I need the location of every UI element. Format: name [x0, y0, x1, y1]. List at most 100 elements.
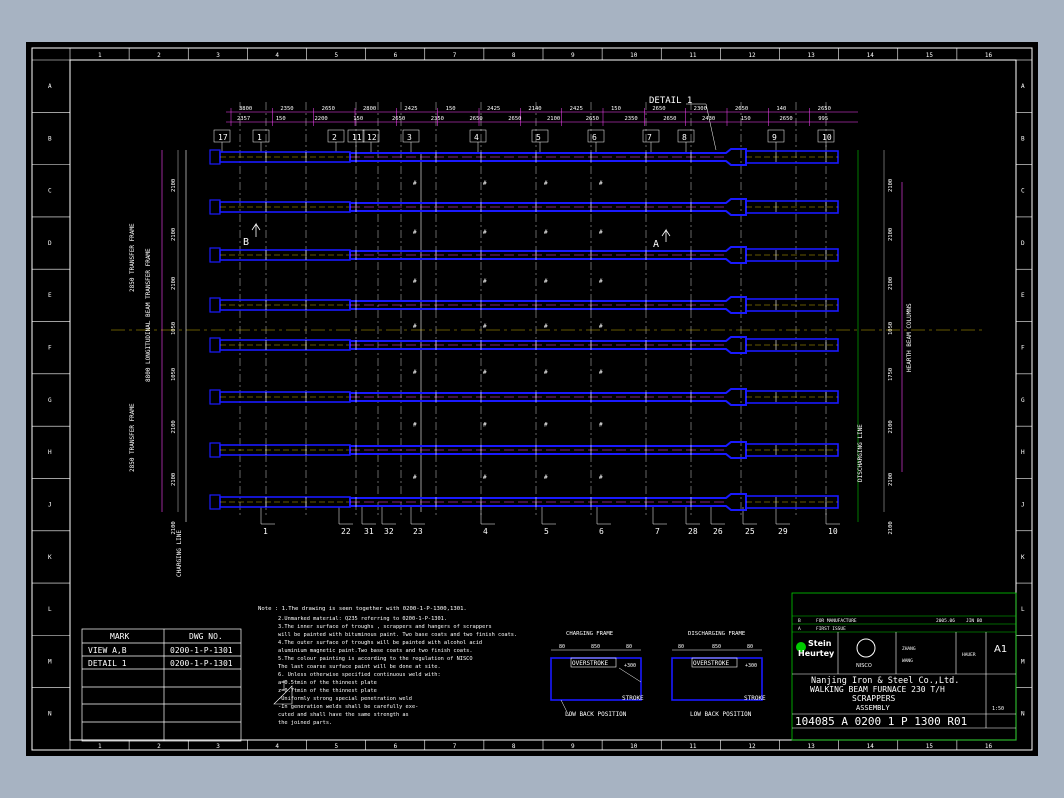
border-letter-left: N [48, 711, 52, 718]
end-plate [209, 389, 221, 405]
spacer-mark: # [483, 422, 487, 429]
part-number-top: 3 [407, 133, 412, 142]
rev-b-by: JIN BO [966, 618, 983, 624]
dim-text-right: 2100 [888, 521, 894, 534]
border-letter-left: A [48, 83, 52, 90]
spacer-mark: # [544, 369, 548, 376]
end-plate [209, 199, 221, 215]
dim-text-top: 2425 [404, 106, 417, 112]
spacer-mark: # [483, 180, 487, 187]
border-number-bottom: 6 [394, 743, 398, 750]
beam-row: # # # # [209, 388, 839, 429]
part-number-top: 11 [352, 133, 362, 142]
spacer-mark: # [544, 229, 548, 236]
end-plate [209, 149, 221, 165]
dim-text-left: 2100 [171, 277, 177, 290]
sheet-size: A1 [994, 644, 1007, 655]
part-number-bottom: 31 [364, 527, 374, 536]
border-letter-right: C [1021, 188, 1025, 195]
spacer-mark: # [599, 422, 603, 429]
nisco-logo: NISCO [856, 638, 876, 669]
border-letter-right: F [1021, 345, 1025, 352]
section-mark-b: B [243, 237, 249, 248]
border-number-top: 10 [630, 52, 638, 59]
dim-text-top-2: 2350 [431, 116, 444, 122]
border-letter-right: B [1021, 135, 1025, 142]
charging-dim-1: 80 [559, 644, 565, 650]
dim-text-top: 150 [611, 106, 621, 112]
project-name: WALKING BEAM FURNACE 230 T/H [810, 685, 945, 694]
part-number-bottom: 6 [599, 527, 604, 536]
border-number-top: 3 [216, 52, 220, 59]
drawing-scale: 1:50 [992, 706, 1004, 712]
label-transfer-frame-top: 2850 TRANSFER FRAME [129, 223, 136, 292]
border-number-top: 14 [867, 52, 875, 59]
dim-text-top-2: 2650 [508, 116, 521, 122]
border-letter-left: L [48, 606, 52, 613]
beam-row: # # # # [209, 198, 839, 236]
border-letter-right: A [1021, 83, 1025, 90]
spacer-mark: # [599, 474, 603, 481]
discharging-frame-detail: DISCHARGING FRAME 80 850 80 OVERSTROKE +… [671, 631, 766, 718]
spacer-mark: # [599, 323, 603, 330]
label-charging-line: CHARGING LINE [176, 530, 183, 577]
drawing-title: SCRAPPERS [852, 694, 896, 703]
discharging-frame-title: DISCHARGING FRAME [688, 631, 746, 637]
dim-text-left: 2100 [171, 473, 177, 486]
border-letter-left: E [48, 292, 52, 299]
border-number-bottom: 11 [689, 743, 697, 750]
border-letter-right: L [1021, 606, 1025, 613]
border-number-top: 15 [926, 52, 934, 59]
section-mark-a: A [653, 239, 659, 250]
border-letter-right: M [1021, 658, 1025, 665]
border-number-top: 13 [808, 52, 816, 59]
approved-by: HAUER [962, 652, 976, 658]
spacer-mark: # [544, 180, 548, 187]
beam-row: # # # # [209, 148, 839, 187]
spacer-mark: # [413, 278, 417, 285]
charging-stroke: STROKE [622, 695, 644, 702]
discharging-dim-2: 850 [712, 644, 721, 650]
dim-text-top-2: 2357 [237, 116, 250, 122]
part-number-top: 12 [367, 133, 377, 142]
border-letter-left: G [48, 397, 52, 404]
spacer-mark: # [599, 229, 603, 236]
border-number-top: 2 [157, 52, 161, 59]
note-line: aluminium magnetic paint.Two base coats … [278, 648, 473, 654]
border-number-bottom: 12 [748, 743, 756, 750]
border-letter-right: K [1021, 554, 1025, 561]
border-letter-left: K [48, 554, 52, 561]
label-longitudinal-frame: 8800 LONGITUDINAL BEAM TRANSFER FRAME [145, 248, 152, 382]
spacer-mark: # [483, 474, 487, 481]
detail-leader-2 [705, 103, 717, 151]
label-discharging-line: DISCHARGING LINE [857, 424, 864, 482]
dim-text-top: 2300 [694, 106, 707, 112]
part-number-bottom: 22 [341, 527, 351, 536]
company-name-2: Heurtey [798, 649, 835, 658]
rev-b-date: 2005.06 [936, 618, 955, 624]
dim-text-top: 2800 [363, 106, 376, 112]
spacer-mark: # [544, 323, 548, 330]
drawing-number: 104085 A 0200 1 P 1300 R01 [795, 715, 967, 728]
border-number-bottom: 3 [216, 743, 220, 750]
spacer-mark: # [413, 422, 417, 429]
dim-text-left: 1050 [171, 322, 177, 335]
border-number-top: 4 [275, 52, 279, 59]
border-number-bottom: 4 [275, 743, 279, 750]
note-line: 4.The outer surface of troughs will be p… [278, 640, 482, 646]
company-name-1: Stein [808, 639, 832, 648]
border-number-top: 12 [748, 52, 756, 59]
border-number-bottom: 10 [630, 743, 638, 750]
border-number-top: 1 [98, 52, 102, 59]
rev-b-code: B [798, 618, 801, 624]
note-line: 6. Unless otherwise specified continuous… [278, 672, 441, 678]
dim-text-right: 2100 [888, 473, 894, 486]
part-number-top: 5 [536, 133, 541, 142]
note-line: -In generation welds shall be carefully … [278, 704, 418, 710]
part-number-top: 9 [772, 133, 777, 142]
stein-heurtey-logo: Stein Heurtey [796, 639, 835, 658]
end-plate [209, 297, 221, 313]
charging-up: +300 [624, 663, 636, 669]
dim-text-top: 2425 [487, 106, 500, 112]
section-arrow-b-icon [251, 222, 261, 237]
